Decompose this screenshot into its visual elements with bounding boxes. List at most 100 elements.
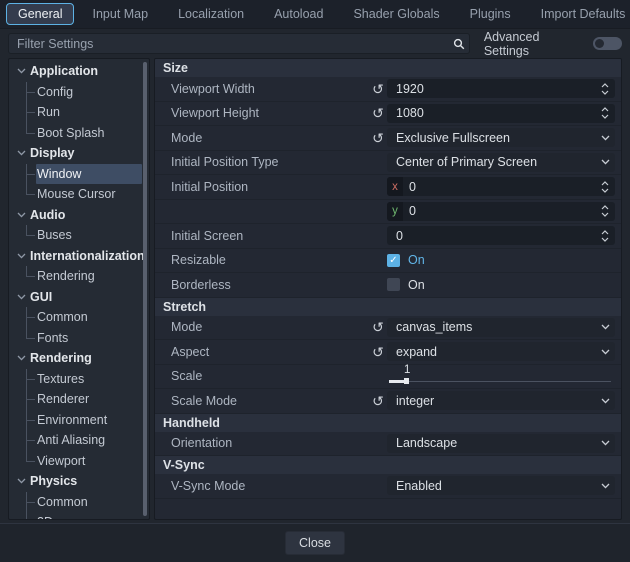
slider-value: 1 — [404, 364, 410, 376]
tree-item-environment[interactable]: Environment — [9, 410, 149, 431]
revert-icon[interactable]: ↺ — [369, 82, 387, 96]
tree-category-physics[interactable]: Physics — [9, 471, 149, 492]
chevron-down-icon — [595, 398, 615, 404]
slider-handle[interactable] — [404, 378, 409, 384]
search-icon — [449, 38, 469, 50]
chevron-down-icon[interactable] — [17, 68, 26, 74]
tree-item-window[interactable]: Window — [9, 164, 149, 185]
tree-item-label: Viewport — [37, 454, 85, 468]
slider-track[interactable] — [389, 381, 611, 382]
tree-category-gui[interactable]: GUI — [9, 287, 149, 308]
checkbox-checked[interactable]: ✓ — [387, 254, 400, 267]
revert-icon[interactable]: ↺ — [369, 320, 387, 334]
dropdown-scale-mode[interactable]: integer — [387, 391, 615, 410]
tab-general[interactable]: General — [6, 3, 74, 25]
tree-item-2d[interactable]: 2D — [9, 512, 149, 520]
slider-scale[interactable]: 1 — [387, 364, 615, 388]
tab-localization[interactable]: Localization — [166, 3, 256, 25]
spinbox-value: 1920 — [396, 82, 595, 96]
tree-item-fonts[interactable]: Fonts — [9, 328, 149, 349]
dropdown-v-sync-mode[interactable]: Enabled — [387, 476, 615, 495]
revert-icon[interactable]: ↺ — [369, 131, 387, 145]
updown-arrows-icon[interactable] — [595, 205, 615, 217]
tree-category-application[interactable]: Application — [9, 61, 149, 82]
chevron-down-icon[interactable] — [17, 294, 26, 300]
axis-x-label: x — [387, 177, 403, 196]
updown-arrows-icon[interactable] — [595, 230, 615, 242]
property-row-mode: Mode↺canvas_items — [155, 316, 621, 341]
spinbox-x[interactable]: x0 — [387, 177, 615, 196]
checkbox-unchecked[interactable] — [387, 278, 400, 291]
tab-plugins[interactable]: Plugins — [458, 3, 523, 25]
dropdown-value: Center of Primary Screen — [396, 155, 595, 169]
property-row-aspect: Aspect↺expand — [155, 340, 621, 365]
updown-arrows-icon[interactable] — [595, 181, 615, 193]
property-row-scale-mode: Scale Mode↺integer — [155, 389, 621, 414]
dropdown-aspect[interactable]: expand — [387, 342, 615, 361]
advanced-settings-toggle[interactable] — [593, 37, 622, 50]
spinbox-initial-screen[interactable]: 0 — [387, 226, 615, 245]
chevron-down-icon[interactable] — [17, 478, 26, 484]
chevron-down-icon — [595, 440, 615, 446]
tree-category-audio[interactable]: Audio — [9, 205, 149, 226]
updown-arrows-icon[interactable] — [595, 83, 615, 95]
dropdown-mode[interactable]: Exclusive Fullscreen — [387, 128, 615, 147]
tree-item-textures[interactable]: Textures — [9, 369, 149, 390]
property-label: Orientation — [171, 436, 369, 450]
tree-category-display[interactable]: Display — [9, 143, 149, 164]
property-row-v-sync-mode: V-Sync Mode↺Enabled — [155, 474, 621, 499]
revert-icon[interactable]: ↺ — [369, 345, 387, 359]
tree-item-viewport[interactable]: Viewport — [9, 451, 149, 472]
chevron-down-icon[interactable] — [17, 150, 26, 156]
tree-item-common[interactable]: Common — [9, 492, 149, 513]
tree-item-common[interactable]: Common — [9, 307, 149, 328]
dropdown-orientation[interactable]: Landscape — [387, 434, 615, 453]
tree-item-run[interactable]: Run — [9, 102, 149, 123]
filter-settings-input[interactable] — [9, 37, 449, 51]
tab-import-defaults[interactable]: Import Defaults — [529, 3, 630, 25]
tree-item-config[interactable]: Config — [9, 82, 149, 103]
dropdown-initial-position-type[interactable]: Center of Primary Screen — [387, 153, 615, 172]
tab-input-map[interactable]: Input Map — [80, 3, 160, 25]
property-row-viewport-width: Viewport Width↺1920 — [155, 77, 621, 102]
project-settings-dialog: { "tabs": { "items": [ {"label": "Genera… — [0, 0, 630, 562]
chevron-down-icon[interactable] — [17, 355, 26, 361]
revert-icon[interactable]: ↺ — [369, 394, 387, 408]
dropdown-value: canvas_items — [396, 320, 595, 334]
advanced-settings-label: Advanced Settings — [484, 30, 584, 58]
tree-item-boot-splash[interactable]: Boot Splash — [9, 123, 149, 144]
tree-item-anti-aliasing[interactable]: Anti Aliasing — [9, 430, 149, 451]
spinbox-value: 0 — [409, 180, 595, 194]
tree-item-buses[interactable]: Buses — [9, 225, 149, 246]
revert-icon[interactable]: ↺ — [369, 106, 387, 120]
tree-item-rendering[interactable]: Rendering — [9, 266, 149, 287]
spinbox-viewport-width[interactable]: 1920 — [387, 79, 615, 98]
tree-category-internationalization[interactable]: Internationalization — [9, 246, 149, 267]
tab-shader-globals[interactable]: Shader Globals — [341, 3, 451, 25]
chevron-down-icon[interactable] — [17, 253, 26, 259]
spinbox-y[interactable]: y0 — [387, 202, 615, 221]
tree-item-renderer[interactable]: Renderer — [9, 389, 149, 410]
settings-category-tree: ApplicationConfig Run Boot SplashDisplay Wi… — [8, 58, 150, 520]
chevron-down-icon[interactable] — [17, 212, 26, 218]
tree-item-label: Run — [37, 105, 60, 119]
tree-item-label: Environment — [37, 413, 107, 427]
section-header-v-sync: V-Sync — [155, 456, 621, 474]
property-row-initial-position-type: Initial Position Type↺Center of Primary … — [155, 151, 621, 176]
close-button[interactable]: Close — [285, 531, 345, 555]
dialog-footer: Close — [0, 523, 630, 562]
dropdown-value: Exclusive Fullscreen — [396, 131, 595, 145]
property-row-orientation: Orientation↺Landscape — [155, 432, 621, 457]
dropdown-mode[interactable]: canvas_items — [387, 318, 615, 337]
tab-autoload[interactable]: Autoload — [262, 3, 335, 25]
tree-category-rendering[interactable]: Rendering — [9, 348, 149, 369]
spinbox-viewport-height[interactable]: 1080 — [387, 104, 615, 123]
tree-item-label: Window — [37, 167, 81, 181]
updown-arrows-icon[interactable] — [595, 107, 615, 119]
checkbox-wrap: On — [387, 278, 425, 292]
property-label: Scale — [171, 369, 369, 383]
spinbox-value: 1080 — [396, 106, 595, 120]
tree-item-mouse-cursor[interactable]: Mouse Cursor — [9, 184, 149, 205]
sidebar-scrollbar[interactable] — [143, 62, 147, 516]
property-row-scale: Scale↺1 — [155, 365, 621, 390]
